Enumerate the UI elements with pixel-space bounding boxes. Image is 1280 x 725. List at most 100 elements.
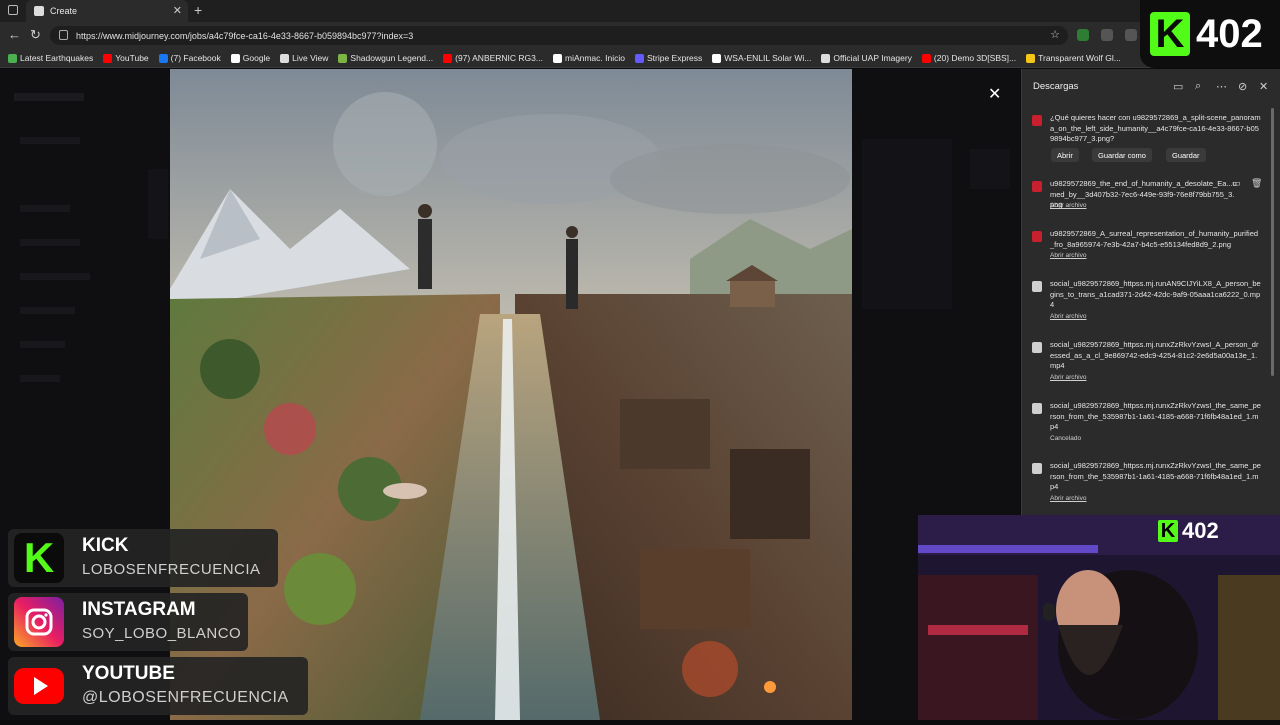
download-item[interactable]: social_u9829572869_httpss.mj.runxZzRkvYz… (1030, 340, 1266, 382)
reload-icon[interactable]: ↻ (30, 27, 41, 43)
search-icon[interactable]: ⌕ (1195, 80, 1201, 93)
open-file-link[interactable]: Abrir archivo (1050, 252, 1086, 259)
download-item[interactable]: social_u9829572869_httpss.mj.runxZzRkvYz… (1030, 461, 1266, 503)
open-file-link[interactable]: Abrir archivo (1050, 202, 1086, 209)
bookmark-favicon-icon (280, 53, 290, 63)
show-in-folder-icon[interactable]: ▭ (1232, 178, 1241, 189)
save-button[interactable]: Guardar (1166, 148, 1206, 162)
bookmark-item[interactable]: YouTube (103, 53, 149, 63)
youtube-social-overlay: YOUTUBE @LOBOSENFRECUENCIA (8, 657, 308, 715)
bookmark-item[interactable]: Stripe Express (634, 53, 703, 63)
artwork-split-panorama (170, 69, 852, 720)
bookmark-favicon-icon (821, 53, 831, 63)
more-options-icon[interactable]: ⋯ (1216, 80, 1227, 93)
site-info-icon[interactable] (59, 30, 68, 40)
bookmark-label: Shadowgun Legend... (350, 53, 434, 63)
bookmark-item[interactable]: WSA-ENLIL Solar Wi... (712, 53, 811, 63)
bookmark-label: Official UAP Imagery (833, 53, 912, 63)
video-file-icon (1032, 463, 1042, 474)
bookmark-item[interactable]: Google (230, 53, 271, 63)
downloads-scrollbar[interactable] (1271, 108, 1274, 376)
extension-gear-icon[interactable] (1101, 29, 1113, 41)
bookmark-item[interactable]: (97) ANBERNIC RG3... (443, 53, 543, 63)
video-file-icon (1032, 403, 1042, 414)
bookmark-item[interactable]: Transparent Wolf Gl... (1026, 53, 1121, 63)
bookmark-label: WSA-ENLIL Solar Wi... (724, 53, 812, 63)
window-menu-icon[interactable] (8, 5, 18, 15)
bookmark-favicon-icon (443, 53, 453, 63)
kick-social-overlay: K KICK LOBOSENFRECUENCIA (8, 529, 278, 587)
download-item[interactable]: u9829572869_A_surreal_representation_of_… (1030, 229, 1266, 259)
image-file-icon (1032, 181, 1042, 192)
bookmark-favicon-icon (921, 53, 931, 63)
bookmark-label: (20) Demo 3D[SBS]... (933, 53, 1017, 63)
tab-strip (0, 0, 1280, 22)
kick-viewer-count-overlay: K 402 (1140, 0, 1280, 68)
bookmark-label: Stripe Express (646, 53, 703, 63)
bookmark-item[interactable]: (20) Demo 3D[SBS]... (921, 53, 1017, 63)
kick-logo-icon: K (1150, 12, 1190, 56)
bookmark-favicon-icon (338, 53, 348, 63)
bookmark-favicon-icon (230, 53, 240, 63)
bookmark-favicon-icon (8, 53, 17, 63)
open-file-link[interactable]: Abrir archivo (1050, 313, 1086, 320)
video-file-icon (1032, 342, 1042, 353)
open-button[interactable]: Abrir (1051, 148, 1079, 162)
bookmarks-bar: Latest Earthquakes YouTube (7) Facebook Goo… (0, 49, 1280, 68)
midjourney-favicon-icon (34, 6, 44, 16)
bookmark-star-icon[interactable]: ☆ (1050, 28, 1060, 41)
social-handle: LOBOSENFRECUENCIA (82, 561, 261, 578)
bookmark-item[interactable]: Shadowgun Legend... (338, 53, 433, 63)
bookmark-item[interactable]: Latest Earthquakes (8, 53, 93, 63)
tab-create[interactable]: Create ✕ (26, 0, 188, 22)
social-platform: INSTAGRAM (82, 599, 196, 620)
bookmark-item[interactable]: (7) Facebook (158, 53, 221, 63)
bookmark-label: (7) Facebook (170, 53, 221, 63)
youtube-logo-icon (14, 668, 64, 704)
extension-puzzle-icon[interactable] (1125, 29, 1137, 41)
bookmark-label: Transparent Wolf Gl... (1038, 53, 1121, 63)
close-panel-icon[interactable]: ✕ (1259, 80, 1268, 93)
image-file-icon (1032, 231, 1042, 242)
video-file-icon (1032, 281, 1042, 292)
download-item[interactable]: social_u9829572869_httpss.mj.runxZzRkvYz… (1030, 401, 1266, 443)
webcam-viewer-count: K 402 (1158, 518, 1219, 544)
download-status: Cancelado (1050, 435, 1082, 442)
bookmark-item[interactable]: miAnmac. Inicio (552, 53, 625, 63)
open-file-link[interactable]: Abrir archivo (1050, 495, 1086, 502)
kick-logo-icon: K (14, 533, 64, 583)
new-tab-icon[interactable]: + (194, 2, 202, 18)
social-handle: SOY_LOBO_BLANCO (82, 625, 242, 642)
delete-icon[interactable]: 🗑 (1251, 178, 1262, 189)
download-item[interactable]: social_u9829572869_httpss.mj.runAN9CIJYi… (1030, 279, 1266, 321)
url-text: https://www.midjourney.com/jobs/a4c79fce… (76, 30, 414, 41)
bookmark-favicon-icon (712, 53, 722, 63)
back-icon[interactable]: ← (8, 27, 21, 42)
generated-image[interactable] (170, 69, 852, 720)
webcam-feed (918, 515, 1280, 720)
open-file-link[interactable]: Abrir archivo (1050, 374, 1086, 381)
pin-icon[interactable]: ⊘ (1238, 80, 1247, 93)
image-file-icon (1032, 115, 1042, 126)
bookmark-label: (97) ANBERNIC RG3... (455, 53, 543, 63)
bookmark-label: Google (242, 53, 271, 63)
open-folder-icon[interactable]: ▭ (1173, 80, 1183, 93)
close-tab-icon[interactable]: ✕ (173, 4, 182, 17)
social-platform: KICK (82, 535, 129, 556)
bookmark-item[interactable]: Live View (280, 53, 328, 63)
download-item[interactable]: u9829572869_the_end_of_humanity_a_desola… (1030, 179, 1266, 209)
address-bar[interactable]: https://www.midjourney.com/jobs/a4c79fce… (50, 26, 1068, 45)
bookmark-label: Latest Earthquakes (20, 53, 94, 63)
extension-shield-icon[interactable] (1077, 29, 1089, 41)
bookmark-favicon-icon (1026, 53, 1036, 63)
save-as-button[interactable]: Guardar como (1092, 148, 1152, 162)
kick-logo-icon: K (1158, 520, 1178, 542)
social-handle: @LOBOSENFRECUENCIA (82, 689, 289, 706)
viewer-count: 402 (1182, 518, 1219, 543)
bookmark-label: miAnmac. Inicio (564, 53, 625, 63)
social-platform: YOUTUBE (82, 663, 175, 684)
downloads-title: Descargas (1033, 81, 1079, 92)
bookmark-item[interactable]: Official UAP Imagery (821, 53, 912, 63)
bookmark-label: YouTube (115, 53, 149, 63)
close-viewer-icon[interactable]: ✕ (988, 84, 1001, 104)
